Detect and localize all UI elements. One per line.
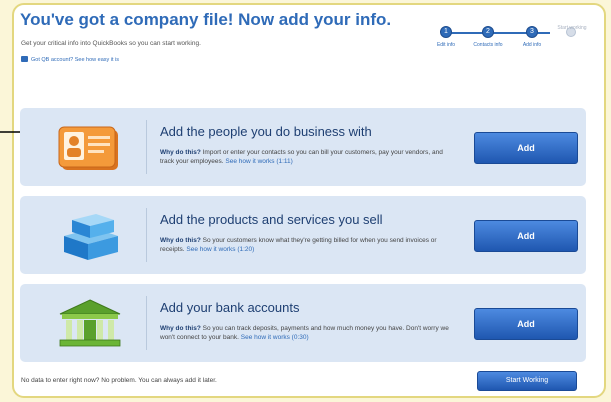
step-1-label: Edit info [436, 42, 456, 48]
page-title: You've got a company file! Now add your … [20, 10, 392, 29]
why-label: Why do this? [160, 149, 201, 156]
footer-note: No data to enter right now? No problem. … [21, 377, 217, 384]
card-add-people: Add the people you do business with Why … [20, 108, 586, 186]
help-link-label: Got QB account? See how easy it is [31, 57, 120, 63]
card-description: Why do this? So you can track deposits, … [160, 324, 450, 342]
progress-steps: 1 2 3 Edit info Contacts info Add info S… [430, 22, 590, 62]
add-bank-button[interactable]: Add [474, 308, 578, 340]
product-boxes-icon [64, 214, 118, 260]
card-heading: Add your bank accounts [160, 300, 300, 315]
start-working-button[interactable]: Start Working [477, 371, 577, 391]
step-2-label: Contacts info [473, 42, 503, 48]
why-text: Import or enter your contacts so you can… [160, 149, 443, 165]
card-divider [146, 296, 147, 350]
card-add-bank: Add your bank accounts Why do this? So y… [20, 284, 586, 362]
bank-icon [59, 299, 121, 347]
why-label: Why do this? [160, 237, 201, 244]
card-divider [146, 208, 147, 262]
step-2-dot-icon: 2 [482, 26, 494, 38]
step-3-label: Add info [522, 42, 542, 48]
add-people-button[interactable]: Add [474, 132, 578, 164]
help-link[interactable]: Got QB account? See how easy it is [21, 56, 119, 63]
contact-card-icon [58, 126, 118, 170]
why-label: Why do this? [160, 325, 201, 332]
see-how-link[interactable]: See how it works (0:30) [241, 334, 309, 341]
see-how-link[interactable]: See how it works (1:11) [225, 158, 292, 165]
step-3-dot-icon: 3 [526, 26, 538, 38]
page-subtitle: Get your critical info into QuickBooks s… [21, 40, 201, 47]
card-divider [146, 120, 147, 174]
card-description: Why do this? Import or enter your contac… [160, 148, 450, 166]
video-icon [21, 56, 28, 62]
add-products-button[interactable]: Add [474, 220, 578, 252]
card-heading: Add the products and services you sell [160, 212, 383, 227]
card-description: Why do this? So your customers know what… [160, 236, 450, 254]
step-1-dot-icon: 1 [440, 26, 452, 38]
card-add-products: Add the products and services you sell W… [20, 196, 586, 274]
card-heading: Add the people you do business with [160, 124, 372, 139]
step-4-label: Start working [557, 25, 587, 31]
see-how-link[interactable]: See how it works (1:20) [186, 246, 254, 253]
